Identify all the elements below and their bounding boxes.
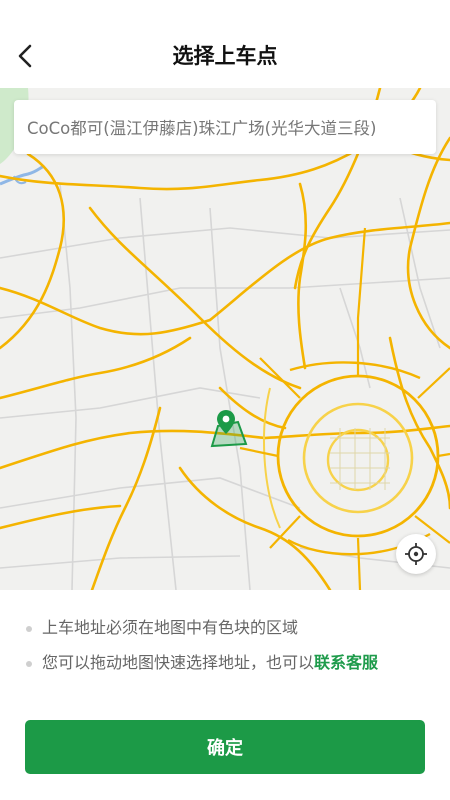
map-view[interactable]: CoCo都可(温江伊藤店)珠江广场(光华大道三段) <box>0 88 450 590</box>
tips-panel: 上车地址必须在地图中有色块的区域 您可以拖动地图快速选择地址，也可以联系客服 <box>0 590 450 710</box>
tip-text: 您可以拖动地图快速选择地址，也可以联系客服 <box>26 650 426 675</box>
search-input-value: CoCo都可(温江伊藤店)珠江广场(光华大道三段) <box>27 119 377 138</box>
minor-roads <box>0 183 450 590</box>
locate-button[interactable] <box>396 534 436 574</box>
tip-text-prefix: 您可以拖动地图快速选择地址，也可以 <box>42 653 315 672</box>
highways <box>0 88 450 590</box>
bullet-dot-icon <box>26 626 32 632</box>
contact-support-link[interactable]: 联系客服 <box>314 653 378 672</box>
tip-text: 上车地址必须在地图中有色块的区域 <box>42 618 299 637</box>
page-title: 选择上车点 <box>172 44 278 68</box>
bullet-dot-icon <box>26 661 32 667</box>
crosshair-icon <box>405 543 427 565</box>
tip-item: 您可以拖动地图快速选择地址，也可以联系客服 <box>26 650 426 675</box>
confirm-button[interactable]: 确定 <box>25 720 425 774</box>
tip-item: 上车地址必须在地图中有色块的区域 <box>26 615 426 640</box>
search-input[interactable]: CoCo都可(温江伊藤店)珠江广场(光华大道三段) <box>14 100 436 154</box>
map-canvas[interactable] <box>0 88 450 590</box>
header-bar: 选择上车点 <box>0 0 450 88</box>
